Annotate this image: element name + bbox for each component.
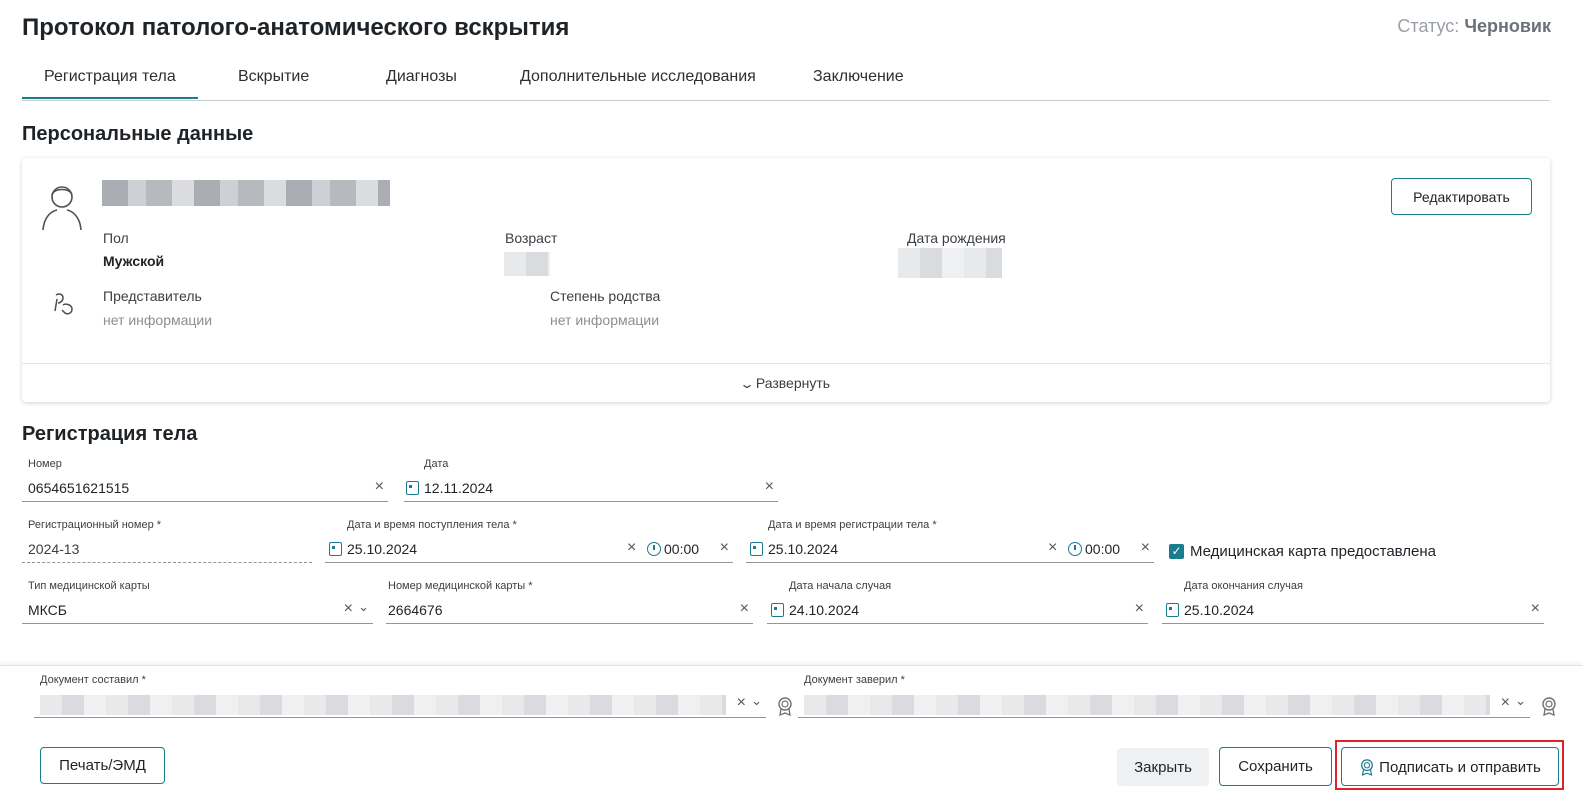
date-label: Дата [424, 458, 449, 470]
document-certified-label: Документ заверил * [804, 674, 905, 686]
clear-icon[interactable]: × [1501, 694, 1510, 712]
age-value-redacted [504, 252, 550, 276]
clock-icon[interactable] [1068, 542, 1082, 556]
status-label: Статус: [1397, 16, 1460, 36]
card-type-value[interactable]: МКСБ [28, 602, 67, 618]
representative-icon [54, 293, 73, 315]
arrival-datetime-label: Дата и время поступления тела * [347, 519, 517, 531]
arrival-date-value[interactable]: 25.10.2024 [347, 541, 417, 557]
document-composed-redacted [40, 695, 726, 715]
clear-icon[interactable]: × [1135, 600, 1144, 618]
calendar-icon[interactable] [329, 542, 342, 556]
date-field[interactable]: Дата 12.11.2024 × [404, 458, 778, 504]
expand-label: Развернуть [755, 375, 831, 391]
registration-number-label: Регистрационный номер * [28, 519, 162, 531]
print-emd-button[interactable]: Печать/ЭМД [40, 747, 165, 784]
edit-button[interactable]: Редактировать [1391, 178, 1532, 215]
document-certified-field[interactable]: Документ заверил * × ⌄ [798, 674, 1530, 720]
case-end-field[interactable]: Дата окончания случая 25.10.2024 × [1162, 580, 1544, 626]
document-certified-redacted [804, 695, 1490, 715]
document-composed-label: Документ составил * [40, 674, 146, 686]
card-number-value[interactable]: 2664676 [388, 602, 443, 618]
highlight-frame [1335, 740, 1564, 790]
certificate-icon[interactable] [1540, 696, 1558, 716]
chevron-down-icon: ⌄ [738, 377, 755, 391]
birth-date-label: Дата рождения [907, 230, 1006, 246]
calendar-icon[interactable] [750, 542, 763, 556]
registration-datetime-label: Дата и время регистрации тела * [768, 519, 937, 531]
save-button[interactable]: Сохранить [1219, 747, 1332, 786]
registration-number-field[interactable]: Регистрационный номер * 2024-13 [22, 519, 312, 565]
birth-date-redacted [898, 248, 1002, 278]
clear-icon[interactable]: × [1048, 539, 1057, 557]
clock-icon[interactable] [647, 542, 661, 556]
registration-time-value[interactable]: 00:00 [1085, 541, 1120, 557]
sex-value: Мужской [103, 253, 165, 269]
arrival-time-value[interactable]: 00:00 [664, 541, 699, 557]
patient-name-redacted [102, 180, 390, 206]
personal-data-title: Персональные данные [22, 123, 254, 145]
calendar-icon[interactable] [406, 481, 419, 495]
representative-label: Представитель [103, 288, 202, 304]
chevron-down-icon[interactable]: ⌄ [751, 693, 762, 709]
case-start-label: Дата начала случая [789, 580, 892, 592]
tab-additional-studies[interactable]: Дополнительные исследования [520, 68, 756, 86]
calendar-icon[interactable] [771, 603, 784, 617]
registration-datetime-field[interactable]: Дата и время регистрации тела * 25.10.20… [746, 519, 1154, 565]
clear-icon[interactable]: × [765, 478, 774, 496]
representative-value: нет информации [103, 312, 213, 328]
expand-toggle[interactable]: ⌄ Развернуть [22, 363, 1550, 402]
tab-bar: Регистрация тела Вскрытие Диагнозы Допол… [22, 58, 1550, 101]
clear-icon[interactable]: × [1531, 600, 1540, 618]
clear-icon[interactable]: × [375, 478, 384, 496]
clear-icon[interactable]: × [737, 694, 746, 712]
card-number-field[interactable]: Номер медицинской карты * 2664676 × [386, 580, 753, 626]
body-registration-title: Регистрация тела [22, 423, 198, 445]
clear-icon[interactable]: × [344, 600, 353, 618]
certificate-icon[interactable] [776, 696, 794, 716]
tab-autopsy[interactable]: Вскрытие [238, 68, 309, 86]
card-type-field[interactable]: Тип медицинской карты МКСБ × ⌄ [22, 580, 373, 626]
kinship-label: Степень родства [550, 288, 661, 304]
tab-diagnoses[interactable]: Диагнозы [386, 68, 457, 86]
card-type-label: Тип медицинской карты [28, 580, 150, 592]
clear-icon[interactable]: × [1141, 539, 1150, 557]
patient-card: Редактировать Пол Мужской Возраст Дата р… [22, 158, 1550, 402]
clear-icon[interactable]: × [627, 539, 636, 557]
date-value[interactable]: 12.11.2024 [424, 480, 493, 496]
chevron-down-icon[interactable]: ⌄ [358, 599, 369, 615]
registration-number-value: 2024-13 [28, 541, 80, 557]
tab-body-registration[interactable]: Регистрация тела [22, 68, 198, 99]
number-label: Номер [28, 458, 62, 470]
chevron-down-icon[interactable]: ⌄ [1515, 693, 1526, 709]
status-indicator: Статус: Черновик [1397, 16, 1551, 37]
page-title: Протокол патолого-анатомического вскрыти… [22, 14, 570, 41]
number-field[interactable]: Номер 0654651621515 × [22, 458, 388, 504]
calendar-icon[interactable] [1166, 603, 1179, 617]
user-icon [42, 186, 82, 231]
number-value[interactable]: 0654651621515 [28, 480, 129, 496]
document-composed-field[interactable]: Документ составил * × ⌄ [34, 674, 766, 720]
status-value: Черновик [1464, 16, 1551, 36]
registration-date-value[interactable]: 25.10.2024 [768, 541, 838, 557]
case-end-value[interactable]: 25.10.2024 [1184, 602, 1254, 618]
case-start-field[interactable]: Дата начала случая 24.10.2024 × [767, 580, 1148, 626]
case-end-label: Дата окончания случая [1184, 580, 1303, 592]
clear-icon[interactable]: × [740, 600, 749, 618]
sex-label: Пол [103, 230, 129, 246]
arrival-datetime-field[interactable]: Дата и время поступления тела * 25.10.20… [325, 519, 733, 565]
med-card-label[interactable]: Медицинская карта предоставлена [1190, 543, 1436, 560]
card-type-underline [22, 600, 373, 624]
card-number-label: Номер медицинской карты * [388, 580, 533, 592]
tab-conclusion[interactable]: Заключение [813, 68, 904, 86]
kinship-value: нет информации [550, 312, 660, 328]
age-label: Возраст [505, 230, 558, 246]
case-start-value[interactable]: 24.10.2024 [789, 602, 859, 618]
clear-icon[interactable]: × [720, 539, 729, 557]
close-button[interactable]: Закрыть [1117, 748, 1209, 786]
med-card-checkbox[interactable]: ✓ [1169, 544, 1184, 559]
